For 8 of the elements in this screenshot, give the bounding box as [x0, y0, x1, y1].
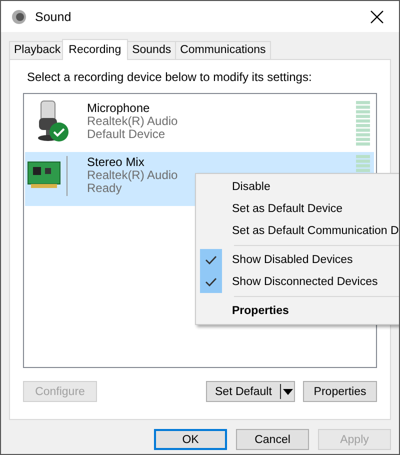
device-driver: Realtek(R) Audio	[87, 115, 178, 128]
device-name: Stereo Mix	[87, 156, 144, 169]
window-title: Sound	[35, 10, 72, 24]
device-name: Microphone	[87, 102, 150, 115]
device-driver: Realtek(R) Audio	[87, 169, 178, 182]
device-status: Default Device	[87, 128, 166, 141]
instruction-text: Select a recording device below to modify its settings:	[27, 70, 313, 84]
device-status: Ready	[87, 182, 122, 195]
